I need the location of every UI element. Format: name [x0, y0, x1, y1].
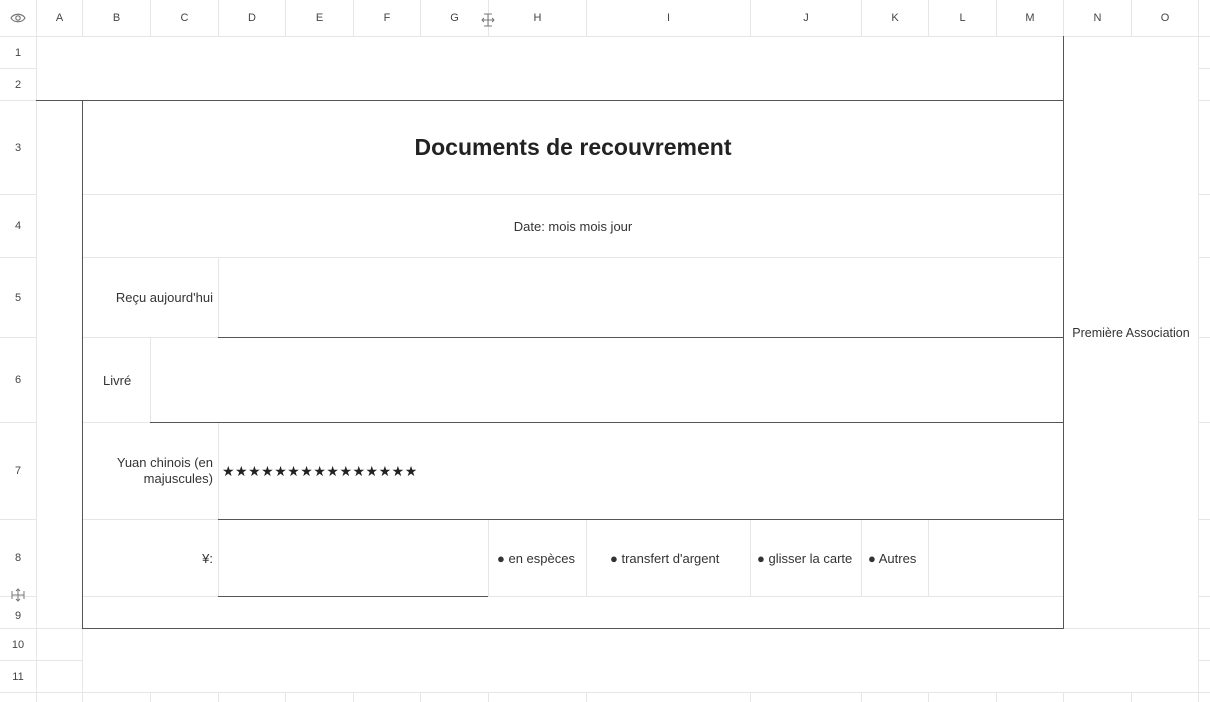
option-cash[interactable]: ● en espèces [489, 520, 586, 596]
yen-amount-field[interactable] [219, 520, 488, 596]
row-header-6[interactable]: 6 [0, 338, 36, 422]
column-header-d[interactable]: D [219, 0, 285, 36]
received-field[interactable] [219, 258, 1063, 337]
eye-icon[interactable] [0, 0, 36, 36]
form-title[interactable]: Documents de recouvrement [83, 101, 1063, 194]
yen-label[interactable]: ¥: [83, 520, 218, 596]
row-header-3[interactable]: 3 [0, 101, 36, 194]
row-header-10[interactable]: 10 [0, 629, 36, 660]
column-header-a[interactable]: A [37, 0, 82, 36]
row-header-2[interactable]: 2 [0, 69, 36, 100]
yuan-label[interactable]: Yuan chinois (en majuscules) [83, 423, 218, 519]
delivered-label[interactable]: Livré [83, 338, 150, 422]
column-header-b[interactable]: B [83, 0, 150, 36]
row-header-4[interactable]: 4 [0, 195, 36, 257]
column-header-n[interactable]: N [1064, 0, 1131, 36]
column-header-m[interactable]: M [997, 0, 1063, 36]
row-header-8[interactable]: 8 [0, 520, 36, 596]
delivered-field[interactable] [151, 338, 1063, 422]
date-line[interactable]: Date: mois mois jour [83, 195, 1063, 257]
column-header-j[interactable]: J [751, 0, 861, 36]
column-header-l[interactable]: L [929, 0, 996, 36]
column-resize-icon[interactable] [481, 13, 495, 30]
received-label[interactable]: Reçu aujourd'hui [83, 258, 218, 337]
column-header-h[interactable]: H [489, 0, 586, 36]
option-card[interactable]: ● glisser la carte [751, 520, 861, 596]
option-transfer[interactable]: ● transfert d'argent [587, 520, 750, 596]
column-header-f[interactable]: F [354, 0, 420, 36]
row-header-1[interactable]: 1 [0, 37, 36, 68]
row-header-5[interactable]: 5 [0, 258, 36, 337]
option-other[interactable]: ● Autres [862, 520, 928, 596]
column-header-i[interactable]: I [587, 0, 750, 36]
row-header-11[interactable]: 11 [0, 661, 36, 692]
column-header-o[interactable]: O [1132, 0, 1198, 36]
amount-stars[interactable]: ★★★★★★★★★★★★★★★ [219, 423, 1063, 519]
row-resize-icon[interactable] [11, 588, 25, 605]
row-header-9[interactable]: 9 [0, 603, 36, 628]
row-header-7[interactable]: 7 [0, 423, 36, 519]
column-header-g[interactable]: G [421, 0, 488, 36]
side-association-label[interactable]: Première Association [1064, 37, 1198, 628]
column-header-e[interactable]: E [286, 0, 353, 36]
column-header-k[interactable]: K [862, 0, 928, 36]
column-header-c[interactable]: C [151, 0, 218, 36]
